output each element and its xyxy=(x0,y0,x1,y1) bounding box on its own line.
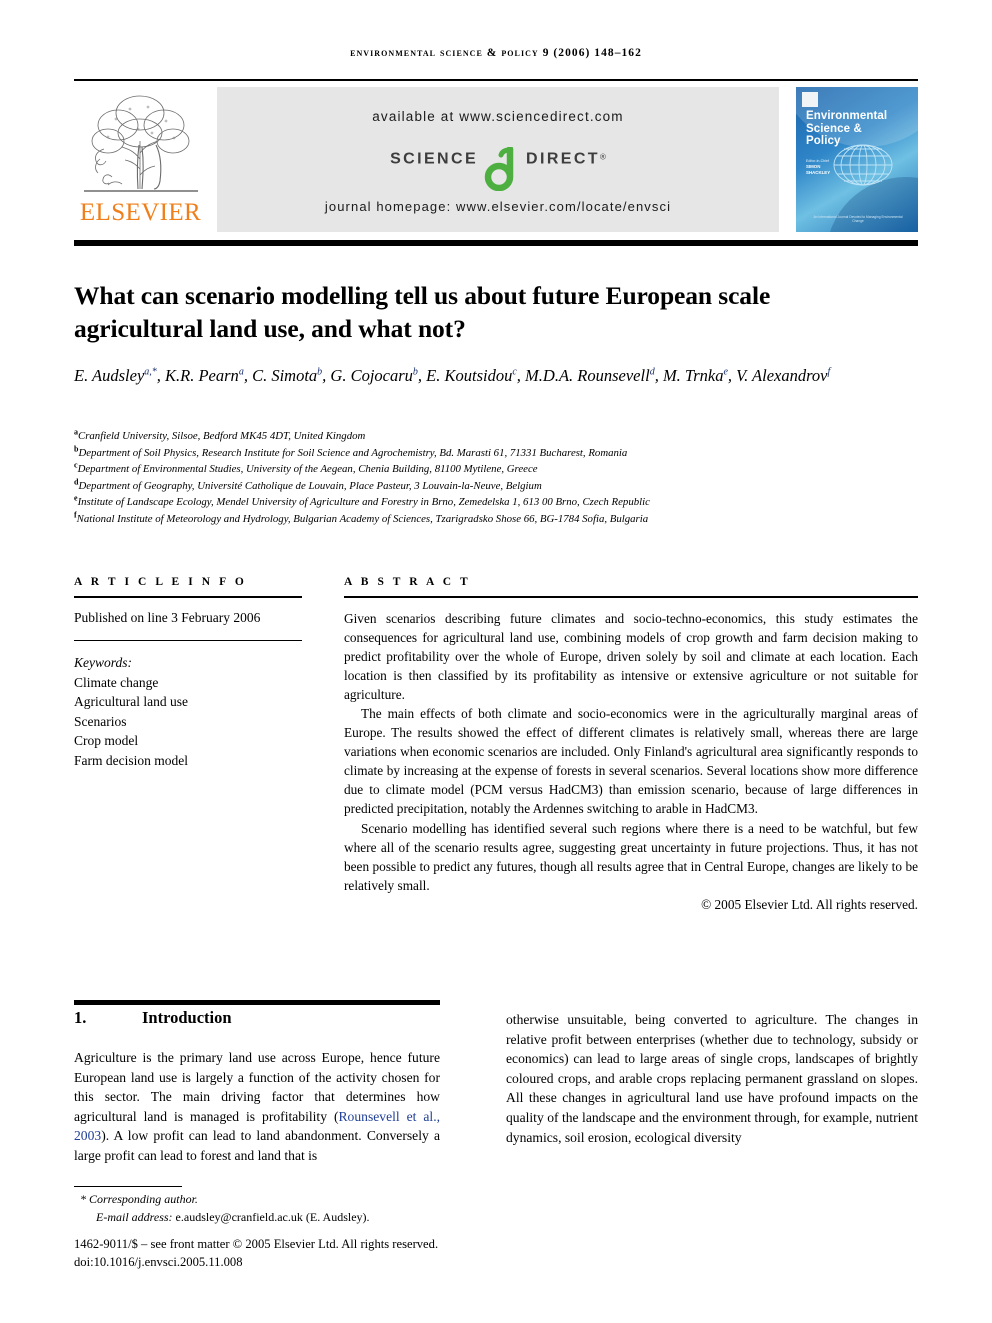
affiliation-mark: a xyxy=(74,427,78,437)
author-affiliation-mark: a xyxy=(238,366,244,378)
sciencedirect-word-science: SCIENCE xyxy=(390,150,479,168)
author-affiliation-mark: b xyxy=(317,366,323,378)
affiliation-mark: c xyxy=(74,460,78,470)
masthead: ELSEVIER available at www.sciencedirect.… xyxy=(74,87,918,232)
author-name: G. Cojocaru xyxy=(330,366,413,385)
section-number: 1. xyxy=(74,1008,87,1027)
article-info-rule xyxy=(74,596,302,598)
elsevier-wordmark: ELSEVIER xyxy=(79,199,202,226)
author-name: C. Simota xyxy=(252,366,318,385)
keywords-list: Climate change Agricultural land use Scena… xyxy=(74,673,302,771)
abstract-rule xyxy=(344,596,918,598)
affiliation-item: eInstitute of Landscape Ecology, Mendel … xyxy=(74,493,650,509)
available-at-text: available at www.sciencedirect.com xyxy=(372,109,624,124)
author-affiliation-mark: f xyxy=(827,366,831,378)
affiliation-item: aCranfield University, Silsoe, Bedford M… xyxy=(74,427,366,442)
journal-homepage-text: journal homepage: www.elsevier.com/locat… xyxy=(324,199,672,214)
article-info-heading: A R T I C L E I N F O xyxy=(74,576,247,588)
author-affiliation-mark: d xyxy=(649,366,655,378)
author-name: E. Koutsidou xyxy=(426,366,513,385)
affiliation-mark: d xyxy=(74,477,79,487)
affiliation-item: bDepartment of Soil Physics, Research In… xyxy=(74,444,628,459)
abstract-copyright: © 2005 Elsevier Ltd. All rights reserved… xyxy=(701,896,918,912)
affiliation-list: aCranfield University, Silsoe, Bedford M… xyxy=(74,428,924,528)
keyword-item: Agricultural land use xyxy=(74,694,188,709)
keywords-label: Keywords: xyxy=(74,655,132,670)
sciencedirect-logo: SCIENCE DIRECT® xyxy=(217,145,779,192)
affiliation-mark: f xyxy=(74,510,77,520)
keyword-item: Scenarios xyxy=(74,713,127,729)
globe-icon xyxy=(833,144,893,186)
elsevier-tree-icon xyxy=(84,95,198,192)
abstract-heading: A B S T R A C T xyxy=(344,576,471,588)
section-heading-introduction: 1. Introduction xyxy=(74,1008,454,1028)
sciencedirect-banner: available at www.sciencedirect.com SCIEN… xyxy=(217,87,779,232)
abstract-paragraph: The main effects of both climate and soc… xyxy=(344,705,918,817)
corresponding-author-note: * Corresponding author. xyxy=(80,1192,198,1206)
cover-publisher-mark xyxy=(802,92,818,107)
abstract-paragraph: Scenario modelling has identified severa… xyxy=(344,820,918,893)
masthead-bottom-bar xyxy=(74,240,918,246)
email-note: E-mail address: e.audsley@cranfield.ac.u… xyxy=(74,1208,504,1226)
body-column-left: Agriculture is the primary land use acro… xyxy=(74,1048,440,1166)
doi-line[interactable]: doi:10.1016/j.envsci.2005.11.008 xyxy=(74,1254,534,1272)
author-name: V. Alexandrov xyxy=(736,366,828,385)
author-affiliation-mark: a,* xyxy=(144,366,157,378)
abstract-column: A B S T R A C T Given scenarios describi… xyxy=(344,576,918,913)
front-matter-block: 1462-9011/$ – see front matter © 2005 El… xyxy=(74,1236,534,1271)
affiliation-item: cDepartment of Environmental Studies, Un… xyxy=(74,460,538,476)
registered-mark: ® xyxy=(600,152,606,162)
keyword-item: Farm decision model xyxy=(74,752,188,768)
front-matter-line: 1462-9011/$ – see front matter © 2005 El… xyxy=(74,1237,439,1251)
keyword-item: Climate change xyxy=(74,674,159,690)
header-rule xyxy=(74,79,918,81)
cover-footer-text: An International Journal Devoted to Mana… xyxy=(813,215,903,223)
cover-editor: Editor-in-Chief SIMON SHACKLEY xyxy=(806,159,831,175)
author-name: M. Trnka xyxy=(662,366,724,385)
abstract-text: Given scenarios describing future climat… xyxy=(344,609,918,895)
author-affiliation-mark: e xyxy=(723,366,728,378)
running-head: environmental science & policy 9 (2006) … xyxy=(350,47,642,59)
affiliation-item: dDepartment of Geography, Université Cat… xyxy=(74,477,542,492)
footnote-block: * Corresponding author. E-mail address: … xyxy=(74,1190,504,1226)
email-label: E-mail address: xyxy=(96,1210,173,1224)
section-heading-bar xyxy=(74,1000,440,1005)
section-title-text: Introduction xyxy=(142,1008,232,1027)
keyword-item: Crop model xyxy=(74,733,139,748)
affiliation-mark: e xyxy=(74,493,78,503)
author-affiliation-mark: b xyxy=(412,366,418,378)
body-column-right: otherwise unsuitable, being converted to… xyxy=(506,1012,918,1145)
journal-cover-thumbnail: Environmental Science & Policy Editor-in… xyxy=(796,87,918,232)
article-title: What can scenario modelling tell us abou… xyxy=(74,281,771,344)
email-value[interactable]: e.audsley@cranfield.ac.uk (E. Audsley). xyxy=(176,1210,370,1224)
journal-article-page: environmental science & policy 9 (2006) … xyxy=(0,0,992,1323)
sciencedirect-d-icon xyxy=(480,145,524,192)
affiliation-mark: b xyxy=(74,444,79,453)
author-name: E. Audsley xyxy=(74,366,145,385)
sciencedirect-word-direct: DIRECT xyxy=(526,150,600,168)
published-date: Published on line 3 February 2006 xyxy=(74,609,261,625)
elsevier-logo: ELSEVIER xyxy=(74,87,207,232)
author-name: M.D.A. Rounsevell xyxy=(525,366,650,385)
article-info-column: A R T I C L E I N F O Published on line … xyxy=(74,576,302,770)
author-list: E. Audsleya,*, K.R. Pearna, C. Simotab, … xyxy=(74,366,831,385)
cover-title: Environmental Science & Policy xyxy=(806,110,888,147)
author-affiliation-mark: c xyxy=(512,366,517,378)
footnote-rule xyxy=(74,1186,182,1188)
intro-text-post: ). A low profit can lead to land abandon… xyxy=(74,1128,440,1163)
author-name: K.R. Pearn xyxy=(165,366,239,385)
keywords-rule xyxy=(74,639,302,641)
abstract-paragraph: Given scenarios describing future climat… xyxy=(344,610,918,702)
affiliation-item: fNational Institute of Meteorology and H… xyxy=(74,510,649,525)
